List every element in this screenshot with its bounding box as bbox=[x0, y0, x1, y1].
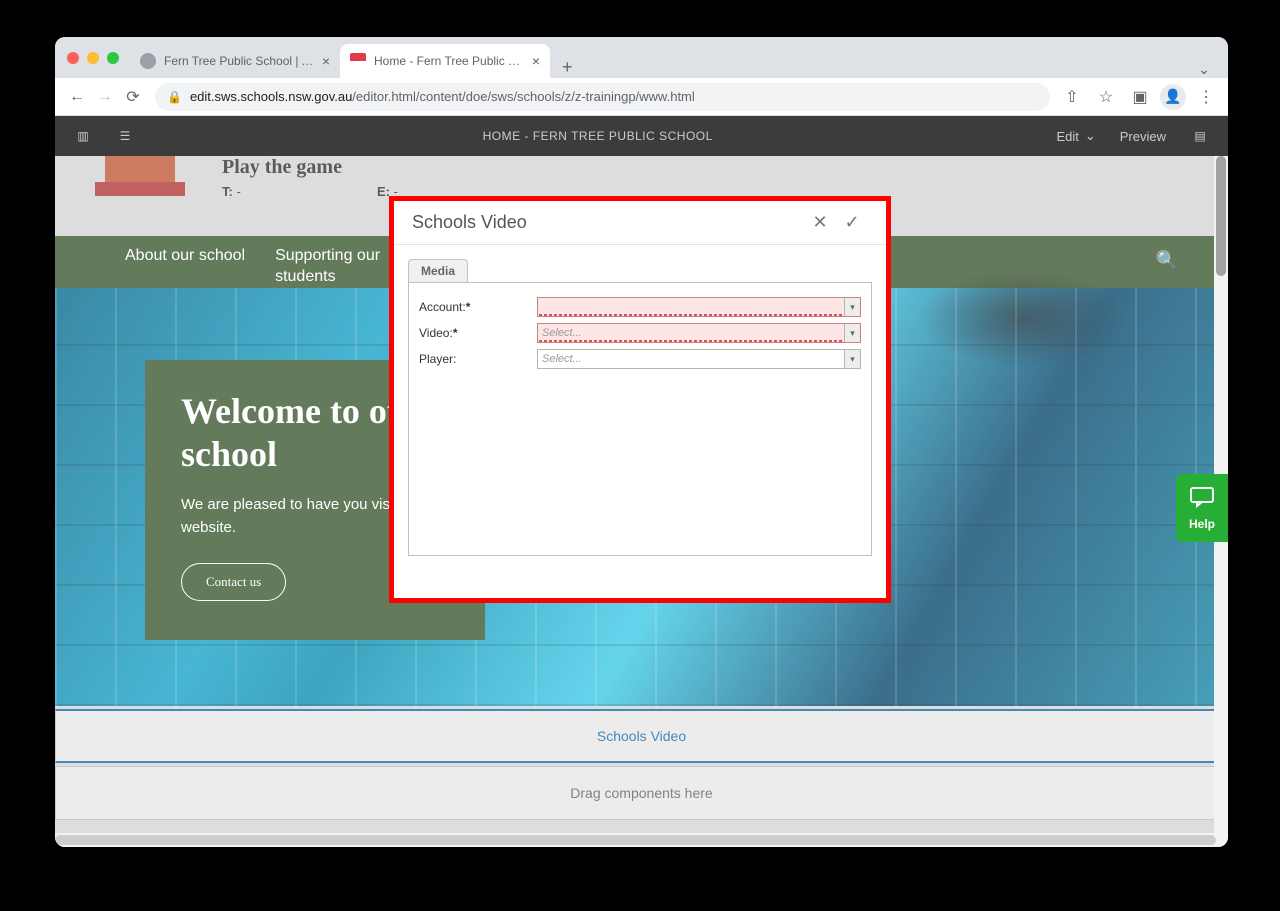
help-button[interactable]: Help bbox=[1176, 474, 1228, 542]
nav-about[interactable]: About our school bbox=[125, 236, 275, 267]
horizontal-scrollbar[interactable] bbox=[55, 833, 1228, 847]
dialog-title: Schools Video bbox=[412, 212, 804, 233]
edit-label: Edit bbox=[1056, 129, 1078, 144]
help-label: Help bbox=[1189, 517, 1215, 531]
globe-icon bbox=[140, 53, 156, 69]
hero-image bbox=[918, 268, 1128, 368]
dialog-header: Schools Video ✕ ✓ bbox=[394, 201, 886, 245]
extension-icon[interactable]: ▣ bbox=[1126, 83, 1154, 111]
window-controls bbox=[67, 52, 119, 64]
maximize-window-button[interactable] bbox=[107, 52, 119, 64]
school-logo bbox=[95, 156, 185, 206]
player-row: Player: Select... ▾ bbox=[419, 349, 861, 369]
side-panel-icon[interactable]: ▥ bbox=[69, 122, 97, 150]
dialog-body: Media Account:* ▾ Video:* Select... ▾ bbox=[394, 245, 886, 570]
url-input[interactable]: 🔒 edit.sws.schools.nsw.gov.au/editor.htm… bbox=[155, 83, 1050, 111]
close-icon[interactable]: ✕ bbox=[804, 207, 836, 239]
address-bar: ← → ⟳ 🔒 edit.sws.schools.nsw.gov.au/edit… bbox=[55, 78, 1228, 116]
select-placeholder: Select... bbox=[538, 353, 844, 365]
chevron-down-icon: ▾ bbox=[844, 298, 860, 316]
url-host: edit.sws.schools.nsw.gov.au bbox=[190, 89, 352, 104]
tab-title: Home - Fern Tree Public Schoo bbox=[374, 54, 526, 68]
page-info-icon[interactable]: ☰ bbox=[111, 122, 139, 150]
browser-window: Fern Tree Public School | AEM × Home - F… bbox=[55, 37, 1228, 847]
dialog-tabs: Media bbox=[408, 259, 872, 283]
video-select[interactable]: Select... ▾ bbox=[537, 323, 861, 343]
player-select[interactable]: Select... ▾ bbox=[537, 349, 861, 369]
search-icon[interactable]: 🔍 bbox=[1156, 236, 1198, 271]
tab-title: Fern Tree Public School | AEM bbox=[164, 54, 316, 68]
lock-icon: 🔒 bbox=[167, 90, 182, 104]
account-select[interactable]: ▾ bbox=[537, 297, 861, 317]
new-tab-button[interactable]: + bbox=[550, 57, 585, 78]
check-icon[interactable]: ✓ bbox=[836, 207, 868, 239]
tab-bar: Fern Tree Public School | AEM × Home - F… bbox=[55, 37, 1228, 78]
video-label: Video:* bbox=[419, 326, 537, 340]
site-favicon-icon bbox=[350, 53, 366, 69]
chevron-down-icon: ▾ bbox=[844, 324, 860, 342]
aem-toolbar: ▥ ☰ HOME - FERN TREE PUBLIC SCHOOL Edit … bbox=[55, 116, 1228, 156]
address-bar-actions: ⇧ ☆ ▣ 👤 ⋮ bbox=[1058, 83, 1220, 111]
browser-tab-2[interactable]: Home - Fern Tree Public Schoo × bbox=[340, 44, 550, 78]
profile-icon[interactable]: 👤 bbox=[1160, 84, 1186, 110]
scrollbar-thumb[interactable] bbox=[55, 835, 1216, 845]
close-tab-icon[interactable]: × bbox=[322, 53, 330, 69]
minimize-window-button[interactable] bbox=[87, 52, 99, 64]
share-icon[interactable]: ⇧ bbox=[1058, 83, 1086, 111]
chat-icon bbox=[1189, 486, 1215, 515]
schools-video-dialog: Schools Video ✕ ✓ Media Account:* ▾ Vide… bbox=[389, 196, 891, 603]
url-path: /editor.html/content/doe/sws/schools/z/z… bbox=[352, 89, 694, 104]
annotate-icon[interactable]: ▤ bbox=[1186, 122, 1214, 150]
tab-media[interactable]: Media bbox=[408, 259, 468, 282]
player-label: Player: bbox=[419, 352, 537, 366]
close-tab-icon[interactable]: × bbox=[532, 53, 540, 69]
close-window-button[interactable] bbox=[67, 52, 79, 64]
tab-overflow-button[interactable]: ⌄ bbox=[1180, 61, 1228, 78]
drop-zone[interactable]: Drag components here bbox=[55, 766, 1228, 820]
video-row: Video:* Select... ▾ bbox=[419, 323, 861, 343]
browser-tab-1[interactable]: Fern Tree Public School | AEM × bbox=[130, 44, 340, 78]
tagline: Play the game bbox=[222, 156, 342, 179]
reload-button[interactable]: ⟳ bbox=[119, 83, 147, 111]
account-row: Account:* ▾ bbox=[419, 297, 861, 317]
mode-selector[interactable]: Edit ⌄ bbox=[1056, 128, 1095, 144]
scrollbar-thumb[interactable] bbox=[1216, 156, 1226, 276]
media-form: Account:* ▾ Video:* Select... ▾ Player: bbox=[408, 283, 872, 556]
preview-button[interactable]: Preview bbox=[1120, 129, 1166, 144]
chevron-down-icon: ⌄ bbox=[1085, 128, 1096, 144]
forward-button[interactable]: → bbox=[91, 83, 119, 111]
account-label: Account:* bbox=[419, 300, 537, 314]
select-placeholder: Select... bbox=[538, 327, 844, 339]
schools-video-component[interactable]: Schools Video bbox=[55, 709, 1228, 763]
bookmark-icon[interactable]: ☆ bbox=[1092, 83, 1120, 111]
back-button[interactable]: ← bbox=[63, 83, 91, 111]
contact-us-button[interactable]: Contact us bbox=[181, 563, 286, 601]
phone-label: T: - bbox=[222, 184, 241, 199]
page-title: HOME - FERN TREE PUBLIC SCHOOL bbox=[139, 129, 1056, 143]
menu-icon[interactable]: ⋮ bbox=[1192, 83, 1220, 111]
chevron-down-icon: ▾ bbox=[844, 350, 860, 368]
